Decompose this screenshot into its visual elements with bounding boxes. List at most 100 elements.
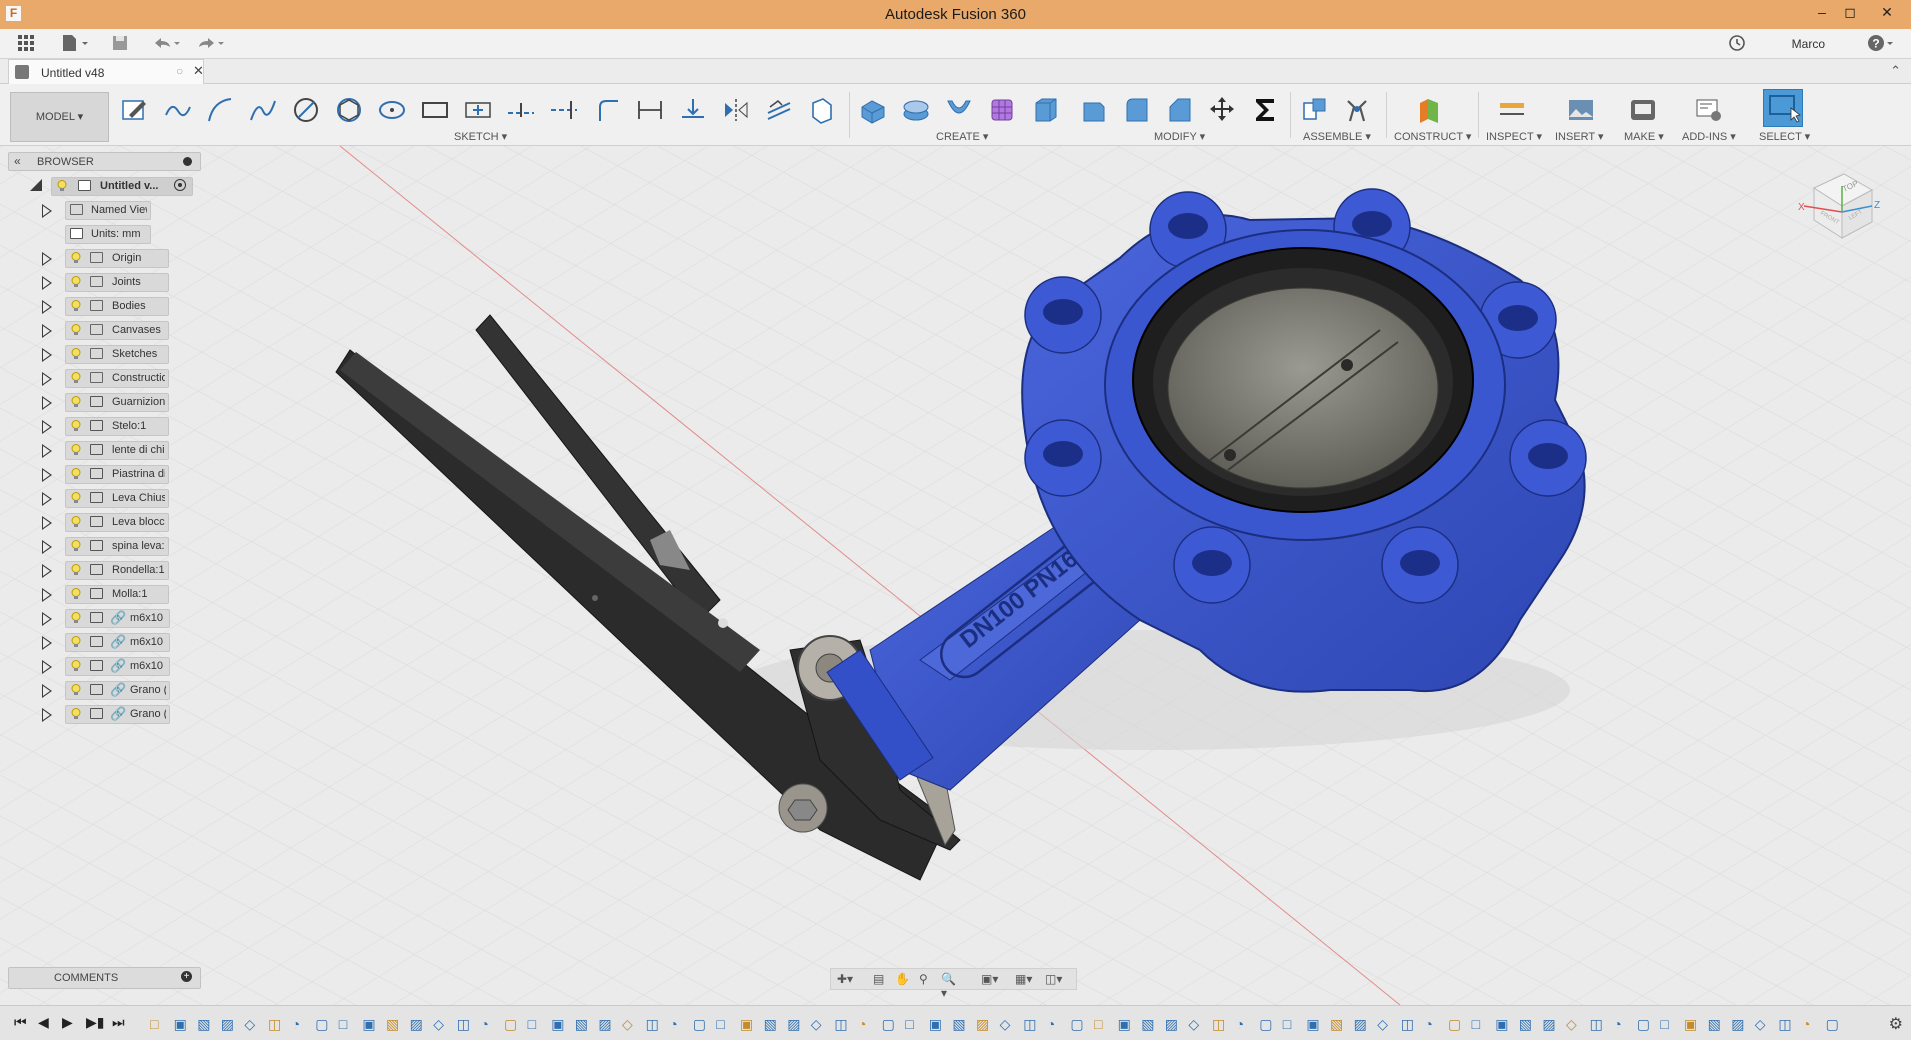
save-icon[interactable] (111, 33, 129, 55)
slot-icon[interactable] (463, 95, 493, 125)
timeline-feature-icon[interactable]: ▣ (551, 1016, 567, 1032)
timeline-feature-icon[interactable]: ◫ (457, 1016, 473, 1032)
fillet-sketch-icon[interactable] (592, 95, 622, 125)
timeline-feature-icon[interactable]: ◫ (1401, 1016, 1417, 1032)
3d-print-icon[interactable] (1628, 95, 1658, 125)
fillet-icon[interactable] (1121, 95, 1151, 125)
timeline-start-icon[interactable]: ⏮ (14, 1014, 27, 1031)
tree-node[interactable]: Construction (8, 367, 201, 391)
mirror-sketch-icon[interactable] (721, 95, 751, 125)
timeline-feature-icon[interactable]: ◫ (1212, 1016, 1228, 1032)
timeline-feature-icon[interactable]: ▣ (1684, 1016, 1700, 1032)
visibility-bulb-icon[interactable] (71, 396, 81, 408)
expand-arrow-icon[interactable] (42, 204, 52, 218)
press-pull-icon[interactable] (1078, 95, 1108, 125)
timeline-back-icon[interactable]: ◀ (38, 1014, 49, 1031)
assemble-group-label[interactable]: ASSEMBLE ▾ (1303, 130, 1371, 143)
timeline-feature-icon[interactable]: ▢ (1826, 1016, 1842, 1032)
visibility-bulb-icon[interactable] (71, 540, 81, 552)
comments-panel[interactable]: COMMENTS + (8, 967, 201, 989)
circle-icon[interactable] (291, 95, 321, 125)
expand-arrow-icon[interactable] (42, 492, 52, 506)
fit-zoom-icon[interactable]: 🔍▾ (941, 972, 957, 1000)
expand-arrow-icon[interactable] (42, 396, 52, 410)
timeline-feature-icon[interactable]: ▢ (504, 1016, 520, 1032)
timeline-feature-icon[interactable]: ▣ (740, 1016, 756, 1032)
insert-image-icon[interactable] (1566, 95, 1596, 125)
timeline-feature-icon[interactable]: ▢ (315, 1016, 331, 1032)
expand-arrow-icon[interactable] (42, 612, 52, 626)
timeline-feature-icon[interactable]: ◔ (669, 1016, 685, 1032)
tree-root-node[interactable]: Untitled v... (8, 175, 201, 199)
timeline-feature-icon[interactable]: ◫ (1590, 1016, 1606, 1032)
timeline-feature-icon[interactable]: ▨ (976, 1016, 992, 1032)
timeline-feature-icon[interactable]: □ (1094, 1016, 1110, 1032)
timeline-settings-icon[interactable]: ⚙ (1889, 1014, 1903, 1034)
tree-node[interactable]: 🔗Grano (... (8, 703, 201, 727)
visibility-bulb-icon[interactable] (71, 492, 81, 504)
timeline-feature-icon[interactable]: ▨ (598, 1016, 614, 1032)
expanded-arrow-icon[interactable] (30, 179, 42, 191)
orbit-icon[interactable]: ✚▾ (837, 972, 853, 986)
project-icon[interactable] (678, 95, 708, 125)
timeline-feature-icon[interactable]: ▣ (362, 1016, 378, 1032)
create-sketch-icon[interactable] (119, 95, 149, 125)
timeline-end-icon[interactable]: ⏭ (112, 1014, 125, 1031)
user-name[interactable]: Marco (1792, 37, 1825, 51)
timeline-feature-icon[interactable]: ▧ (952, 1016, 968, 1032)
timeline-feature-icon[interactable]: □ (339, 1016, 355, 1032)
tree-node[interactable]: 🔗m6x10 ... (8, 631, 201, 655)
timeline-play-icon[interactable]: ▶ (62, 1014, 73, 1031)
timeline-feature-icon[interactable]: □ (1472, 1016, 1488, 1032)
expand-arrow-icon[interactable] (42, 468, 52, 482)
timeline-feature-icon[interactable]: ◫ (268, 1016, 284, 1032)
activate-component-icon[interactable] (174, 179, 186, 191)
browser-header[interactable]: « BROWSER (8, 152, 201, 171)
timeline-feature-icon[interactable]: ◔ (480, 1016, 496, 1032)
data-panel-grid-icon[interactable] (16, 33, 36, 55)
expand-arrow-icon[interactable] (42, 564, 52, 578)
timeline-feature-icon[interactable]: ◫ (646, 1016, 662, 1032)
visibility-bulb-icon[interactable] (71, 636, 81, 648)
close-tab-icon[interactable]: ✕ (193, 63, 204, 79)
browser-options-icon[interactable] (183, 157, 192, 166)
expand-arrow-icon[interactable] (42, 324, 52, 338)
viewports-icon[interactable]: ◫▾ (1045, 972, 1062, 986)
visibility-bulb-icon[interactable] (71, 348, 81, 360)
expand-arrow-icon[interactable] (42, 372, 52, 386)
expand-arrow-icon[interactable] (42, 540, 52, 554)
joint-icon[interactable] (1342, 95, 1372, 125)
timeline-feature-icon[interactable]: ◫ (1778, 1016, 1794, 1032)
visibility-bulb-icon[interactable] (71, 444, 81, 456)
timeline-feature-icon[interactable]: ▨ (410, 1016, 426, 1032)
file-menu-icon[interactable] (60, 33, 90, 55)
timeline-feature-icon[interactable]: ▧ (575, 1016, 591, 1032)
tree-node[interactable]: Molla:1 (8, 583, 201, 607)
form-icon[interactable] (987, 95, 1017, 125)
canvas-scene[interactable]: DN100 PN16 (0, 146, 1911, 1005)
timeline-feature-icon[interactable]: ▣ (1118, 1016, 1134, 1032)
modify-group-label[interactable]: MODIFY ▾ (1154, 130, 1205, 143)
timeline-feature-icon[interactable]: ◇ (1566, 1016, 1582, 1032)
measure-icon[interactable] (1497, 95, 1527, 125)
visibility-bulb-icon[interactable] (71, 684, 81, 696)
expand-arrow-icon[interactable] (42, 588, 52, 602)
tree-node[interactable]: Units: mm (8, 223, 201, 247)
timeline-feature-icon[interactable]: ▧ (1519, 1016, 1535, 1032)
tree-node[interactable]: Named Views (8, 199, 201, 223)
tree-node[interactable]: 🔗m6x10 ... (8, 607, 201, 631)
visibility-bulb-icon[interactable] (71, 588, 81, 600)
undo-icon[interactable] (152, 33, 182, 55)
visibility-bulb-icon[interactable] (71, 420, 81, 432)
tree-node[interactable]: Bodies (8, 295, 201, 319)
job-status-clock-icon[interactable] (1728, 33, 1746, 55)
document-tab[interactable]: Untitled v48 ○ ✕ (8, 59, 204, 84)
visibility-bulb-icon[interactable] (71, 252, 81, 264)
timeline-feature-icon[interactable]: ▢ (1259, 1016, 1275, 1032)
timeline-feature-icon[interactable]: ▧ (764, 1016, 780, 1032)
expand-arrow-icon[interactable] (42, 252, 52, 266)
visibility-bulb-icon[interactable] (71, 564, 81, 576)
add-comment-icon[interactable]: + (181, 971, 192, 982)
timeline-feature-icon[interactable]: ▣ (1495, 1016, 1511, 1032)
timeline-feature-icon[interactable]: ◫ (834, 1016, 850, 1032)
